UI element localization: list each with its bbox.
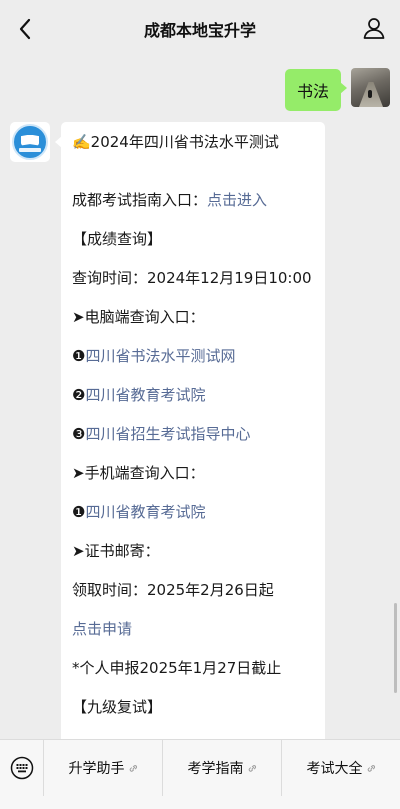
message-link[interactable]: 点击申请 xyxy=(72,620,132,638)
message-line: ❶四川省教育考试院 xyxy=(72,502,315,522)
account-avatar[interactable] xyxy=(10,122,50,162)
message-text: ❷ xyxy=(72,386,86,404)
back-button[interactable] xyxy=(12,16,38,42)
message-link[interactable]: 四川省招生考试指导中心 xyxy=(85,425,250,443)
keyboard-icon xyxy=(10,756,33,780)
chat-title: 成都本地宝升学 xyxy=(143,21,256,40)
book-icon xyxy=(21,134,39,146)
message-line: ✍️2024年四川省书法水平测试 xyxy=(72,132,315,152)
menu-label: 升学助手 xyxy=(68,761,125,777)
message-line: 成都考试指南入口：点击进入 xyxy=(72,190,315,210)
menu-item-kaoshi[interactable]: 考试大全 xyxy=(282,740,400,796)
message-link[interactable]: 点击进入 xyxy=(207,191,267,209)
message-line: 【成绩查询】 xyxy=(72,229,315,249)
message-text: ❶ xyxy=(72,347,86,365)
chevron-left-icon xyxy=(19,18,31,40)
title-bar: 成都本地宝升学 xyxy=(0,0,400,58)
link-icon xyxy=(129,764,137,772)
message-text: ➤证书邮寄： xyxy=(72,542,160,560)
message-line: 点击申请 xyxy=(72,619,315,639)
logo-banner xyxy=(19,147,41,152)
incoming-bubble: ✍️2024年四川省书法水平测试 成都考试指南入口：点击进入 【成绩查询】 查询时间：… xyxy=(55,122,325,739)
message-text: ➤手机端查询入口： xyxy=(72,464,205,482)
menu-item-kaoxue[interactable]: 考学指南 xyxy=(163,740,282,796)
message-line: *个人申报2025年1月27日截止 xyxy=(72,658,315,678)
user-avatar[interactable] xyxy=(351,68,390,107)
message-text: ❸ xyxy=(72,425,86,443)
message-text: 领取时间：2025年2月26日起 xyxy=(72,581,274,599)
message-line: ❸四川省招生考试指导中心 xyxy=(72,424,315,444)
message-text: 【成绩查询】 xyxy=(72,230,163,248)
message-line: 【九级复试】 xyxy=(72,697,315,717)
keyboard-toggle-button[interactable] xyxy=(0,740,44,796)
message-line: ➤手机端查询入口： xyxy=(72,463,315,483)
message-text: ❶ xyxy=(72,503,86,521)
menu-label: 考试大全 xyxy=(306,761,363,777)
outgoing-bubble[interactable]: 书法 xyxy=(284,69,348,111)
message-line: 领取时间：2025年2月26日起 xyxy=(72,580,315,600)
outgoing-message: 书法 xyxy=(284,68,390,111)
scrollbar-thumb[interactable] xyxy=(394,603,397,693)
message-text: 【九级复试】 xyxy=(72,698,163,716)
message-text: 查询时间：2024年12月19日10:00 xyxy=(72,269,312,287)
message-line: 查询时间：2024年12月19日10:00 xyxy=(72,268,315,288)
menu-label: 考学指南 xyxy=(187,761,244,777)
account-logo xyxy=(12,124,48,160)
message-text: ✍️2024年四川省书法水平测试 xyxy=(72,133,279,151)
message-line: ➤证书邮寄： xyxy=(72,541,315,561)
chat-area[interactable]: 书法 ✍️2024年四川省书法水平测试 成都考试指南入口：点击进入 【成绩查询】 查询… xyxy=(0,58,400,739)
link-icon xyxy=(248,764,256,772)
menu-item-shengxue[interactable]: 升学助手 xyxy=(44,740,163,796)
bottom-menu-bar: 升学助手 考学指南 考试大全 xyxy=(0,739,400,809)
link-icon xyxy=(367,764,375,772)
message-text: *个人申报2025年1月27日截止 xyxy=(72,659,282,677)
message-line: ➤电脑端查询入口： xyxy=(72,307,315,327)
profile-button[interactable] xyxy=(362,16,386,40)
message-link[interactable]: 四川省教育考试院 xyxy=(85,386,205,404)
message-link[interactable]: 四川省书法水平测试网 xyxy=(85,347,235,365)
message-line: ❷四川省教育考试院 xyxy=(72,385,315,405)
message-link[interactable]: 四川省教育考试院 xyxy=(85,503,205,521)
person-icon xyxy=(363,18,385,39)
message-line: ❶四川省书法水平测试网 xyxy=(72,346,315,366)
message-text: 成都考试指南入口： xyxy=(72,191,208,209)
message-text: ➤电脑端查询入口： xyxy=(72,308,205,326)
avatar-photo-figure xyxy=(368,90,372,98)
